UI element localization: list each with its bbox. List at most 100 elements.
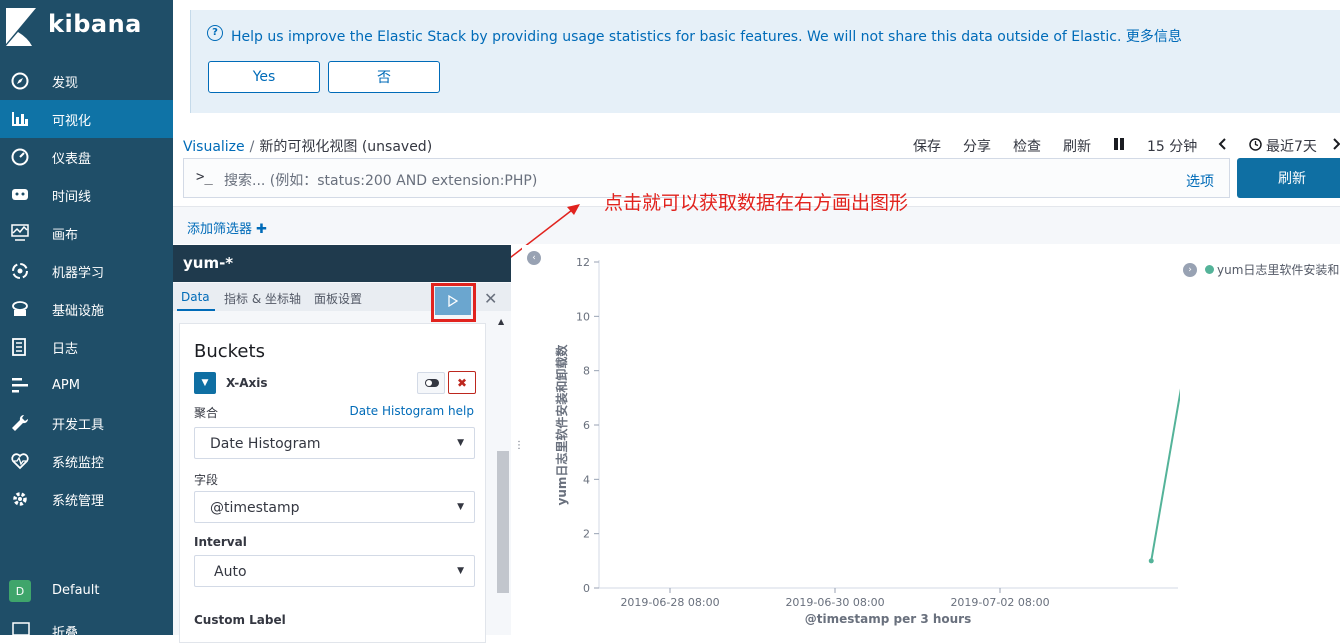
sidebar-item-4[interactable]: 画布	[0, 214, 173, 252]
discard-changes-icon[interactable]: ✕	[484, 289, 497, 308]
toggle-aggregation-icon[interactable]	[417, 372, 445, 394]
breadcrumb-current: 新的可视化视图 (unsaved)	[259, 139, 433, 155]
no-button[interactable]: 否	[328, 61, 440, 93]
caret-down-icon[interactable]: ▼	[194, 372, 216, 394]
sidebar-item-label: 机器学习	[52, 265, 105, 281]
buckets-heading: Buckets	[194, 341, 265, 362]
collapse-label[interactable]: 折叠	[52, 622, 78, 641]
compass-icon	[11, 72, 29, 90]
sidebar-item-9[interactable]: 开发工具	[0, 404, 173, 442]
toggle-legend-icon[interactable]: ›	[1183, 263, 1197, 277]
sidebar-item-label: 基础设施	[52, 303, 105, 319]
x-tick-label: 2019-06-28 08:00	[620, 596, 719, 609]
gauge-icon	[11, 148, 29, 166]
sidebar-item-6[interactable]: 基础设施	[0, 290, 173, 328]
x-tick-label: 2019-07-02 08:00	[950, 596, 1049, 609]
sidebar-item-label: 开发工具	[52, 417, 105, 433]
tab-panel-settings[interactable]: 面板设置	[314, 290, 362, 307]
index-pattern-title: yum-*	[173, 245, 511, 282]
more-info-link[interactable]: 更多信息	[1126, 29, 1182, 45]
telemetry-notice: ? Help us improve the Elastic Stack by p…	[190, 10, 1340, 113]
field-select[interactable]: @timestamp ▼	[194, 491, 475, 523]
sidebar-item-label: APM	[52, 377, 80, 393]
sidebar-item-label: 系统监控	[52, 455, 105, 471]
scroll-up-icon[interactable]: ▲	[498, 317, 504, 326]
y-tick-label: 0	[583, 582, 590, 595]
sidebar-item-label: 日志	[52, 341, 79, 357]
sidebar-item-1[interactable]: 可视化	[0, 100, 173, 138]
aggregation-select[interactable]: Date Histogram ▼	[194, 427, 475, 459]
sidebar-item-3[interactable]: 时间线	[0, 176, 173, 214]
collapse-editor-icon[interactable]: ‹	[527, 251, 541, 265]
sidebar-item-label: 时间线	[52, 189, 92, 205]
inspect-button[interactable]: 检查	[1013, 136, 1041, 156]
editor-scrollbar[interactable]: ▲	[496, 317, 509, 635]
yes-button[interactable]: Yes	[208, 61, 320, 93]
scrollbar-thumb[interactable]	[497, 451, 509, 593]
refresh-button[interactable]: 刷新	[1237, 158, 1340, 198]
sidebar-item-label: 仪表盘	[52, 151, 92, 167]
refresh-menu-button[interactable]: 刷新	[1063, 136, 1091, 156]
refresh-interval[interactable]: 15 分钟	[1147, 136, 1197, 156]
share-button[interactable]: 分享	[963, 136, 991, 156]
y-tick-label: 10	[576, 310, 590, 323]
sidebar-item-label: 发现	[52, 75, 79, 91]
legend-item[interactable]: yum日志里软件安装和...	[1205, 261, 1340, 278]
clock-icon	[1249, 138, 1262, 151]
sidebar-item-label: 可视化	[52, 113, 92, 129]
sidebar-item-0[interactable]: 发现	[0, 62, 173, 100]
x-axis-title: @timestamp per 3 hours	[805, 612, 971, 626]
tab-metrics-axes[interactable]: 指标 & 坐标轴	[224, 290, 301, 307]
legend-label: yum日志里软件安装和...	[1217, 263, 1340, 277]
query-prompt: >_	[196, 169, 213, 185]
active-tab-underline	[177, 309, 215, 311]
chevron-right-icon[interactable]	[1333, 138, 1340, 150]
sidebar-item-7[interactable]: 日志	[0, 328, 173, 366]
data-point	[1148, 558, 1154, 564]
brand-name: kibana	[48, 10, 142, 38]
sidebar-item-10[interactable]: 系统监控	[0, 442, 173, 480]
search-input[interactable]: 搜索... (例如：status:200 AND extension:PHP)	[224, 170, 537, 190]
sidebar-item-8[interactable]: APM	[0, 366, 173, 404]
breadcrumb-sep: /	[249, 139, 255, 155]
x-axis-label: X-Axis	[226, 376, 268, 390]
sidebar-item-label: 系统管理	[52, 493, 105, 509]
aggregation-value: Date Histogram	[210, 436, 321, 452]
y-tick-label: 12	[576, 256, 590, 269]
plus-icon: ✚	[256, 222, 268, 237]
sidebar-item-2[interactable]: 仪表盘	[0, 138, 173, 176]
space-label[interactable]: Default	[52, 583, 100, 598]
field-value: @timestamp	[210, 500, 300, 516]
collapse-icon[interactable]	[12, 622, 30, 636]
remove-aggregation-icon[interactable]: ✖	[448, 371, 476, 394]
infrastructure-icon	[12, 301, 28, 316]
chevron-left-icon[interactable]	[1218, 138, 1226, 150]
search-options-button[interactable]: 选项	[1186, 171, 1214, 191]
interval-select[interactable]: Auto ▼	[194, 555, 475, 587]
caret-down-icon: ▼	[457, 502, 464, 512]
logs-icon	[12, 338, 26, 356]
canvas-icon	[11, 224, 29, 241]
aggregation-help-link[interactable]: Date Histogram help	[350, 404, 475, 418]
save-button[interactable]: 保存	[913, 136, 941, 156]
field-label: 字段	[194, 473, 219, 487]
pause-icon[interactable]	[1113, 138, 1125, 150]
x-tick-label: 2019-06-30 08:00	[785, 596, 884, 609]
tab-data[interactable]: Data	[181, 290, 210, 304]
time-range-picker[interactable]: 最近7天	[1266, 136, 1317, 156]
interval-label: Interval	[194, 535, 247, 549]
sidebar-item-5[interactable]: 机器学习	[0, 252, 173, 290]
bar-chart-icon	[12, 112, 28, 126]
kibana-logo[interactable]: kibana	[0, 0, 173, 58]
space-avatar[interactable]: D	[9, 580, 31, 602]
y-tick-label: 6	[583, 419, 590, 432]
timeline-icon	[12, 189, 28, 200]
y-axis-title: yum日志里软件安装和卸载数	[554, 344, 569, 506]
add-filter-button[interactable]: 添加筛选器 ✚	[187, 218, 267, 237]
sidebar-item-11[interactable]: 系统管理	[0, 480, 173, 518]
sidebar: kibana 发现可视化仪表盘时间线画布机器学习基础设施日志 APM 开发工具系统监…	[0, 0, 173, 641]
annotation-text: 点击就可以获取数据在右方画出图形	[604, 192, 909, 214]
aggregation-label: 聚合	[194, 406, 219, 420]
breadcrumb: Visualize / 新的可视化视图 (unsaved)	[183, 136, 432, 156]
breadcrumb-visualize[interactable]: Visualize	[183, 139, 245, 155]
